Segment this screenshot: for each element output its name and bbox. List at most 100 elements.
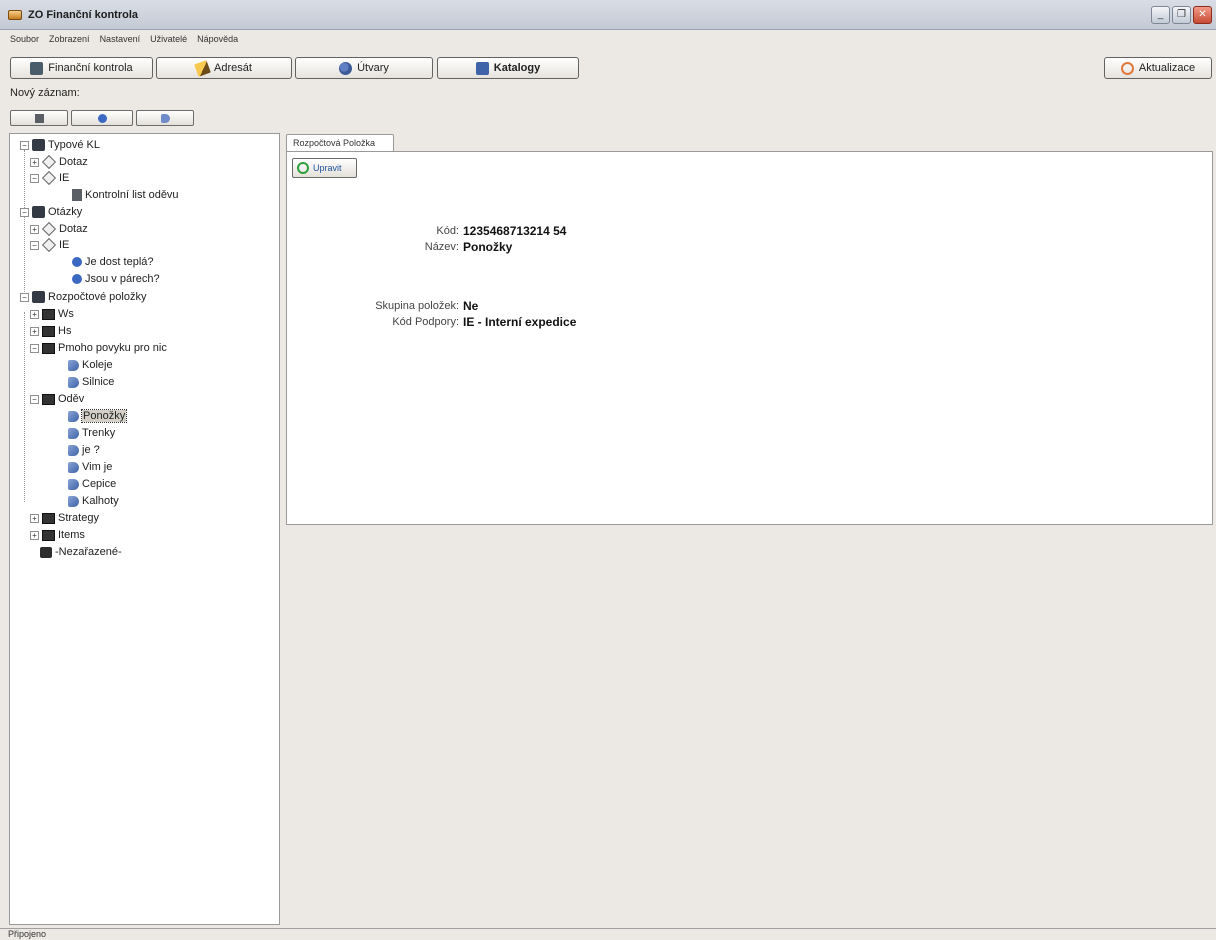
tree-node-koleje[interactable]: Koleje — [68, 357, 113, 373]
expand-icon[interactable]: + — [30, 157, 39, 167]
tree-label: Hs — [58, 325, 72, 337]
tree-label: Rozpočtové položky — [48, 291, 147, 303]
diamond-icon — [41, 170, 57, 186]
collapse-icon[interactable]: − — [30, 394, 39, 404]
tree-node-je[interactable]: je ? — [68, 442, 100, 458]
tree-node-trenky[interactable]: Trenky — [68, 425, 115, 441]
tree-node-ie[interactable]: − IE — [30, 237, 69, 253]
tree-label: Trenky — [82, 427, 116, 439]
main-toolbar: Finanční kontrola Adresát Útvary Katalog… — [0, 52, 1216, 82]
tree-label: Ws — [58, 308, 74, 320]
tree-node-kontrolni-list[interactable]: Kontrolní list oděvu — [72, 187, 179, 203]
minimize-button[interactable]: _ — [1151, 6, 1170, 24]
tree-label: Cepice — [82, 478, 117, 490]
tree-label: Kontrolní list oděvu — [85, 189, 179, 201]
tree-node-pmoho[interactable]: − Pmoho povyku pro nic — [30, 340, 167, 356]
menu-zobrazeni[interactable]: Zobrazení — [49, 34, 90, 44]
tree-label: Je dost teplá? — [85, 256, 154, 268]
tree-node-silnice[interactable]: Silnice — [68, 374, 114, 390]
new-checklist-button[interactable] — [10, 110, 68, 126]
aktualizace-label: Aktualizace — [1138, 62, 1196, 74]
tree-label: Otázky — [48, 206, 83, 218]
refresh-icon — [297, 162, 309, 174]
adresat-button[interactable]: Adresát — [156, 57, 292, 79]
maximize-button[interactable]: ❐ — [1172, 6, 1191, 24]
budget-icon — [42, 342, 55, 354]
expand-icon[interactable]: + — [30, 309, 39, 319]
tree-label: Vim je — [82, 461, 113, 473]
expand-icon[interactable]: + — [30, 530, 39, 540]
aktualizace-button[interactable]: Aktualizace — [1104, 57, 1212, 79]
skupina-label: Skupina položek: — [375, 300, 459, 312]
tag-icon — [68, 376, 79, 388]
collapse-icon[interactable]: − — [20, 292, 29, 302]
tree-node-cepice[interactable]: Cepice — [68, 476, 116, 492]
kod-label: Kód: — [436, 225, 459, 237]
edit-label: Upravit — [313, 163, 342, 173]
tree-node-ws[interactable]: + Ws — [30, 306, 74, 322]
skupina-value: Ne — [463, 299, 479, 313]
tree-label: Dotaz — [59, 156, 88, 168]
tag-icon — [68, 444, 79, 456]
catalog-icon — [475, 61, 489, 75]
tree-node-vim-je[interactable]: Vim je — [68, 459, 112, 475]
tag-icon — [68, 478, 79, 490]
tree-label: Oděv — [58, 393, 85, 405]
tree-node-typove-kl[interactable]: − Typové KL — [20, 137, 100, 153]
collapse-icon[interactable]: − — [30, 173, 39, 183]
tree-node-jsou-v-parech[interactable]: Jsou v párech? — [72, 271, 160, 287]
pencil-icon — [194, 59, 211, 77]
tree-node-dotaz[interactable]: + Dotaz — [30, 221, 88, 237]
new-question-button[interactable] — [71, 110, 133, 126]
question-icon — [72, 274, 82, 284]
tree-label: Dotaz — [59, 223, 88, 235]
tab-rozpoctova-polozka[interactable]: Rozpočtová Položka — [286, 134, 394, 152]
expand-icon[interactable]: + — [30, 513, 39, 523]
tree-node-kalhoty[interactable]: Kalhoty — [68, 493, 119, 509]
tree-node-otazky[interactable]: − Otázky — [20, 204, 82, 220]
tree-node-hs[interactable]: + Hs — [30, 323, 71, 339]
collapse-icon[interactable]: − — [30, 343, 39, 353]
financni-kontrola-button[interactable]: Finanční kontrola — [10, 57, 153, 79]
new-item-button[interactable] — [136, 110, 194, 126]
expand-icon[interactable]: + — [30, 326, 39, 336]
menu-napoveda[interactable]: Nápověda — [197, 34, 238, 44]
tree-node-rozpoctove-polozky[interactable]: − Rozpočtové položky — [20, 289, 146, 305]
tag-icon — [68, 410, 79, 422]
adresat-label: Adresát — [214, 62, 252, 74]
tree-label: Jsou v párech? — [85, 273, 160, 285]
tree-node-ie[interactable]: − IE — [30, 170, 69, 186]
budget-icon — [42, 529, 55, 541]
folder-icon — [32, 139, 45, 151]
collapse-icon[interactable]: − — [20, 140, 29, 150]
kod-podpory-value: IE - Interní expedice — [463, 315, 577, 329]
tree-node-ponozky[interactable]: Ponožky — [68, 408, 128, 424]
katalogy-button[interactable]: Katalogy — [437, 57, 579, 79]
collapse-icon[interactable]: − — [20, 207, 29, 217]
nazev-label: Název: — [424, 241, 459, 253]
expand-icon[interactable]: + — [30, 224, 39, 234]
utvary-button[interactable]: Útvary — [295, 57, 433, 79]
tree-node-items[interactable]: + Items — [30, 527, 85, 543]
financni-kontrola-label: Finanční kontrola — [48, 62, 133, 74]
tree-node-odev[interactable]: − Oděv — [30, 391, 84, 407]
tree-node-nezarazene[interactable]: -Nezařazené- — [40, 544, 122, 560]
menu-uzivatele[interactable]: Uživatelé — [150, 34, 187, 44]
new-record-label: Nový záznam: — [10, 87, 80, 99]
tree-node-dotaz[interactable]: + Dotaz — [30, 154, 88, 170]
tree-label: -Nezařazené- — [55, 546, 122, 558]
budget-icon — [42, 308, 55, 320]
menu-soubor[interactable]: Soubor — [10, 34, 39, 44]
tree-node-je-dost-tepla[interactable]: Je dost teplá? — [72, 254, 154, 270]
close-button[interactable]: ✕ — [1193, 6, 1212, 24]
tree-node-strategy[interactable]: + Strategy — [30, 510, 99, 526]
menu-nastaveni[interactable]: Nastavení — [100, 34, 141, 44]
book-icon — [30, 61, 44, 75]
catalog-tree[interactable]: − Typové KL + Dotaz − IE Kontrolní list … — [9, 133, 280, 925]
tree-label: Items — [58, 529, 85, 541]
edit-button[interactable]: Upravit — [292, 158, 357, 178]
status-bar: Připojeno — [0, 928, 1216, 940]
title-bar: ZO Finanční kontrola _ ❐ ✕ — [0, 0, 1216, 30]
collapse-icon[interactable]: − — [30, 240, 39, 250]
nazev-value: Ponožky — [463, 240, 513, 254]
